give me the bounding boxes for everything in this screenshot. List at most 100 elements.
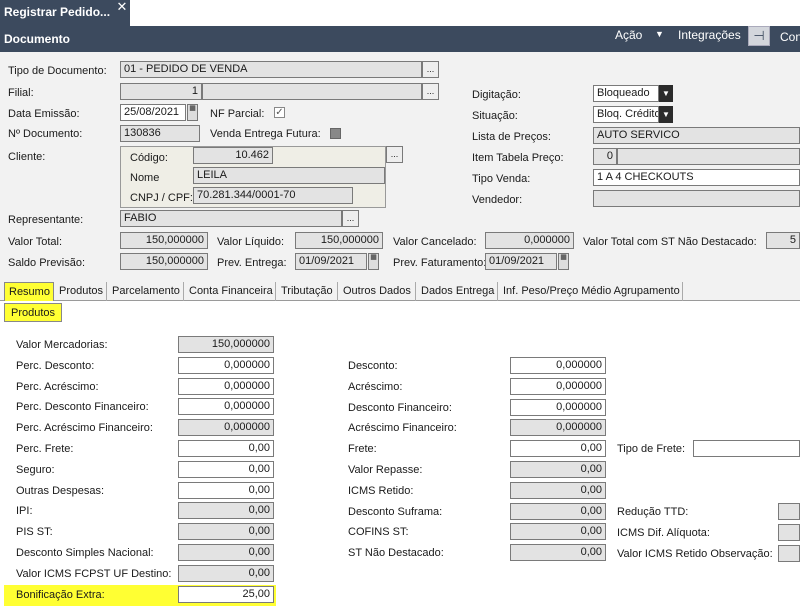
venda-entrega-futura-checkbox[interactable]: [330, 128, 341, 139]
tab-dados-entrega[interactable]: Dados Entrega: [417, 282, 498, 301]
resumo-right-field[interactable]: [693, 440, 800, 457]
valor-total-field: 150,000000: [120, 232, 208, 249]
resumo-left-label: Valor Mercadorias:: [16, 339, 108, 351]
n-documento-label: Nº Documento:: [8, 128, 83, 140]
resumo-left-field: 0,00: [178, 544, 274, 561]
situacao-dropdown-icon[interactable]: ▼: [659, 106, 673, 123]
tipo-venda-field[interactable]: 1 A 4 CHECKOUTS: [593, 169, 800, 186]
prev-entrega-field[interactable]: 01/09/2021: [295, 253, 367, 270]
resumo-middle-field[interactable]: 0,000000: [510, 398, 606, 416]
resumo-panel: [0, 301, 800, 611]
chevron-down-icon[interactable]: ▼: [655, 29, 664, 39]
resumo-right-field: [778, 503, 800, 520]
cont-menu[interactable]: Con: [780, 30, 800, 44]
digitacao-select[interactable]: Bloqueado: [593, 85, 659, 102]
tab-conta-financeira[interactable]: Conta Financeira: [185, 282, 276, 301]
resumo-middle-field[interactable]: 0,000000: [510, 377, 606, 395]
valor-total-label: Valor Total:: [8, 236, 63, 248]
resumo-middle-field[interactable]: 0,000000: [510, 357, 606, 374]
close-icon[interactable]: ✕: [114, 0, 130, 15]
item-tabela-preco-label: Item Tabela Preço:: [472, 152, 564, 164]
resumo-middle-field: 0,00: [510, 502, 606, 520]
resumo-right-label: ICMS Dif. Alíquota:: [617, 527, 710, 539]
prev-faturamento-calendar-icon[interactable]: ▦: [558, 253, 569, 270]
resumo-left-field[interactable]: 25,00: [178, 585, 274, 603]
tab-produtos[interactable]: Produtos: [55, 282, 107, 301]
tipo-documento-label: Tipo de Documento:: [8, 65, 107, 77]
resumo-middle-field[interactable]: 0,00: [510, 440, 606, 458]
resumo-middle-field: 0,00: [510, 461, 606, 478]
data-emissao-calendar-icon[interactable]: ▦: [187, 104, 198, 121]
cnpj-label: CNPJ / CPF:: [130, 192, 193, 204]
resumo-middle-label: Desconto Financeiro:: [348, 401, 452, 414]
resumo-left-field[interactable]: 0,000000: [178, 377, 274, 395]
data-emissao-field[interactable]: 25/08/2021: [120, 104, 186, 121]
vendedor-label: Vendedor:: [472, 194, 523, 206]
resumo-left-field[interactable]: 0,00: [178, 481, 274, 499]
lista-precos-label: Lista de Preços:: [472, 131, 551, 143]
resumo-right-label: Redução TTD:: [617, 506, 689, 518]
filial-label: Filial:: [8, 87, 34, 99]
integracoes-menu[interactable]: Integrações: [678, 28, 741, 42]
situacao-select[interactable]: Bloq. Crédito: [593, 106, 659, 123]
nf-parcial-checkbox[interactable]: ✓: [274, 107, 285, 118]
tab-inf-peso-preco[interactable]: Inf. Peso/Preço Médio Agrupamento: [499, 282, 683, 301]
representante-field: FABIO: [120, 210, 342, 227]
resumo-left-field: 0,000000: [178, 419, 274, 437]
filial-field[interactable]: 1: [120, 83, 202, 100]
tipo-documento-field[interactable]: 01 - PEDIDO DE VENDA: [120, 61, 422, 78]
filial-lookup-icon[interactable]: ...: [422, 83, 439, 100]
tab-registrar-pedido[interactable]: Registrar Pedido...: [0, 0, 130, 26]
resumo-left-field[interactable]: 0,00: [178, 460, 274, 478]
resumo-right-label: Tipo de Frete:: [617, 443, 686, 455]
digitacao-label: Digitação:: [472, 89, 521, 101]
resumo-middle-label: Desconto Suframa:: [348, 505, 443, 518]
resumo-left-label: Bonificação Extra:: [16, 588, 105, 601]
resumo-left-label: Perc. Desconto Financeiro:: [16, 401, 149, 414]
codigo-field[interactable]: 10.462: [193, 147, 273, 164]
digitacao-dropdown-icon[interactable]: ▼: [659, 85, 673, 102]
situacao-label: Situação:: [472, 110, 518, 122]
resumo-left-label: Perc. Desconto:: [16, 359, 95, 372]
resumo-middle-field: 0,00: [510, 544, 606, 562]
cliente-label: Cliente:: [8, 151, 46, 163]
prev-entrega-calendar-icon[interactable]: ▦: [368, 253, 379, 270]
resumo-right-field: [778, 545, 800, 562]
resumo-middle-label: Desconto:: [348, 360, 398, 372]
resumo-left-field[interactable]: 0,000000: [178, 398, 274, 416]
resumo-left-label: IPI:: [16, 505, 33, 518]
tab-resumo[interactable]: Resumo: [4, 282, 54, 301]
tab-outros-dados[interactable]: Outros Dados: [339, 282, 416, 301]
resumo-left-field: 0,00: [178, 502, 274, 520]
prev-faturamento-label: Prev. Faturamento:: [393, 257, 487, 269]
prev-entrega-label: Prev. Entrega:: [217, 257, 287, 269]
n-documento-field: 130836: [120, 125, 200, 142]
resumo-middle-label: ST Não Destacado:: [348, 547, 444, 560]
pin-icon[interactable]: ⊣: [748, 26, 770, 46]
cnpj-field: 70.281.344/0001-70: [193, 187, 353, 204]
resumo-middle-label: Acréscimo Financeiro:: [348, 422, 457, 435]
tipo-documento-lookup-icon[interactable]: ...: [422, 61, 439, 78]
codigo-label: Código:: [130, 152, 168, 164]
resumo-left-field: 150,000000: [178, 336, 274, 353]
section-tab-produtos[interactable]: Produtos: [4, 303, 62, 322]
nome-label: Nome: [130, 172, 160, 184]
resumo-middle-label: COFINS ST:: [348, 526, 409, 539]
tab-parcelamento[interactable]: Parcelamento: [108, 282, 184, 301]
tab-tributacao[interactable]: Tributação: [277, 282, 338, 301]
cliente-lookup-icon[interactable]: ...: [386, 146, 403, 163]
resumo-left-label: Perc. Frete:: [16, 443, 74, 455]
valor-cancelado-label: Valor Cancelado:: [393, 236, 477, 248]
prev-faturamento-field[interactable]: 01/09/2021: [485, 253, 557, 270]
resumo-left-field[interactable]: 0,00: [178, 440, 274, 457]
resumo-left-field[interactable]: 0,000000: [178, 356, 274, 374]
vendedor-field[interactable]: [593, 190, 800, 207]
representante-lookup-icon[interactable]: ...: [342, 210, 359, 227]
page-title: Documento: [4, 32, 70, 46]
resumo-left-label: Outras Despesas:: [16, 484, 105, 497]
nome-field: LEILA: [193, 167, 385, 184]
tab-title: Registrar Pedido...: [4, 5, 111, 19]
acao-menu[interactable]: Ação: [615, 28, 642, 42]
resumo-middle-label: Frete:: [348, 443, 377, 456]
tipo-venda-label: Tipo Venda:: [472, 173, 531, 185]
